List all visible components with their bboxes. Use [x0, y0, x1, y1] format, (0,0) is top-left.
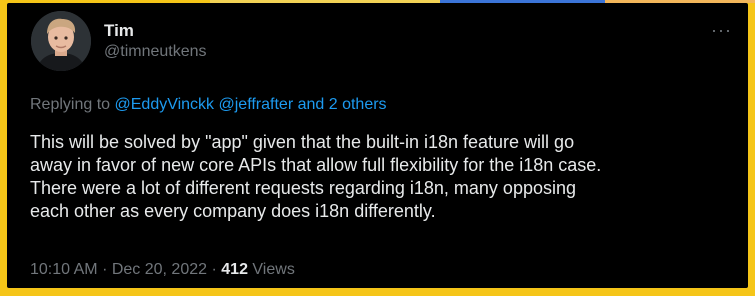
- tweet-date[interactable]: Dec 20, 2022: [112, 261, 207, 278]
- author-handle[interactable]: @timneutkens: [104, 43, 207, 61]
- tweet-text-line: away in favor of new core APIs that allo…: [30, 155, 602, 175]
- meta-separator: ·: [102, 261, 108, 278]
- views-label: Views: [252, 261, 295, 278]
- views-count: 412: [221, 261, 248, 278]
- mention-link[interactable]: @EddyVinckk: [115, 96, 215, 113]
- tweet-text-line: This will be solved by "app" given that …: [30, 132, 575, 152]
- tweet-text-line: each other as every company does i18n di…: [30, 201, 436, 221]
- others-link[interactable]: and 2 others: [298, 96, 387, 113]
- meta-separator: ·: [211, 261, 217, 278]
- tweet-time[interactable]: 10:10 AM: [30, 261, 98, 278]
- avatar-image: [31, 11, 91, 71]
- tweet-meta: 10:10 AM · Dec 20, 2022 · 412 Views: [30, 261, 295, 279]
- replying-to-label: Replying to: [30, 96, 111, 113]
- replying-to-line: Replying to @EddyVinckk @jeffrafter and …: [30, 96, 387, 114]
- author-name[interactable]: Tim: [104, 21, 134, 41]
- more-horizontal-icon[interactable]: ···: [711, 21, 732, 39]
- tweet-card: Tim @timneutkens ··· Replying to @EddyVi…: [7, 3, 748, 288]
- mention-link[interactable]: @jeffrafter: [219, 96, 294, 113]
- tweet-text-line: There were a lot of different requests r…: [30, 178, 576, 198]
- tweet-text: This will be solved by "app" given that …: [30, 131, 730, 223]
- avatar[interactable]: [31, 11, 91, 71]
